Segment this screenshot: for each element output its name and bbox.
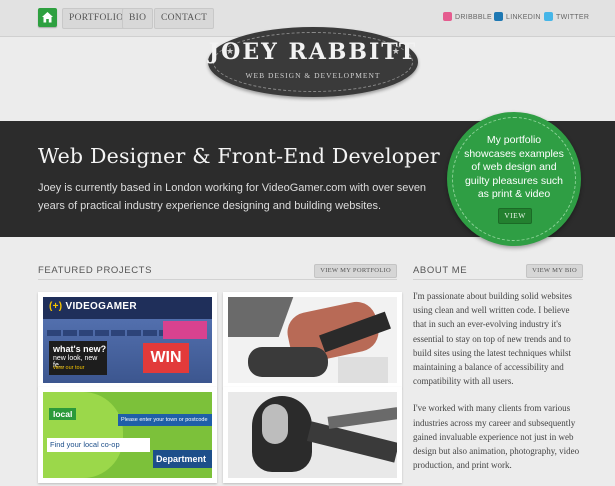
featured-projects-header: FEATURED PROJECTS VIEW MY PORTFOLIO — [38, 263, 397, 280]
project-image: local Please enter your town or postcode… — [43, 392, 212, 478]
thumb-find-text: Find your local co-op — [47, 438, 150, 452]
twitter-icon — [544, 11, 553, 21]
view-my-portfolio-button[interactable]: VIEW MY PORTFOLIO — [314, 264, 397, 278]
project-image — [228, 297, 397, 383]
thumb-win-badge: WIN — [143, 343, 189, 373]
thumb-promo: what's new? new look, new fe... view our… — [49, 341, 107, 375]
portfolio-bubble: My portfolio showcases examples of web d… — [447, 112, 581, 246]
nav-contact[interactable]: CONTACT — [154, 8, 215, 29]
hero-title: Web Designer & Front-End Developer — [38, 144, 440, 168]
about-me-text: I'm passionate about building solid webs… — [413, 289, 583, 485]
dribbble-icon — [443, 11, 452, 21]
home-icon — [42, 12, 53, 23]
view-portfolio-button[interactable]: VIEW — [498, 208, 532, 224]
social-twitter-link[interactable]: TWITTER — [544, 11, 590, 23]
about-me-header: ABOUT ME VIEW MY BIO — [413, 263, 583, 280]
project-thumb-bw[interactable] — [223, 387, 402, 483]
project-image — [228, 392, 397, 478]
about-paragraph: I've worked with many clients from vario… — [413, 403, 580, 471]
home-button[interactable] — [38, 8, 57, 27]
thumb-panel — [163, 321, 207, 339]
nav-portfolio[interactable]: PORTFOLIO — [62, 8, 131, 29]
project-image: (+) VIDEOGAMER what's new? new look, new… — [43, 297, 212, 383]
project-thumb-hands[interactable] — [223, 292, 402, 388]
thumb-department-label: Department — [153, 450, 212, 468]
social-linkedin-link[interactable]: LINKEDIN — [494, 11, 541, 23]
hero-description: Joey is currently based in London workin… — [38, 182, 427, 212]
social-linkedin-label: LINKEDIN — [506, 14, 541, 21]
thumb-local-label: local — [49, 408, 77, 420]
project-thumb-local[interactable]: local Please enter your town or postcode… — [38, 387, 217, 483]
thumb-search-bar: Please enter your town or postcode — [118, 414, 212, 426]
social-twitter-label: TWITTER — [556, 14, 590, 21]
logo-title: JOEY RABBITT — [208, 39, 418, 65]
about-me-title: ABOUT ME — [413, 265, 468, 276]
videogamer-logo: (+) VIDEOGAMER — [49, 301, 137, 312]
featured-projects-title: FEATURED PROJECTS — [38, 265, 153, 276]
logo-subtitle: WEB DESIGN & DEVELOPMENT — [245, 71, 381, 80]
bubble-text: My portfolio showcases examples of web d… — [464, 134, 564, 200]
linkedin-icon — [494, 11, 503, 21]
view-my-bio-button[interactable]: VIEW MY BIO — [526, 264, 583, 278]
project-thumb-videogamer[interactable]: (+) VIDEOGAMER what's new? new look, new… — [38, 292, 217, 388]
social-dribbble-link[interactable]: DRIBBBLE — [443, 11, 493, 23]
site-logo[interactable]: ★ ★ JOEY RABBITT WEB DESIGN & DEVELOPMEN… — [208, 27, 418, 97]
nav-bio[interactable]: BIO — [122, 8, 154, 29]
social-dribbble-label: DRIBBBLE — [455, 14, 493, 21]
about-paragraph: I'm passionate about building solid webs… — [413, 291, 572, 387]
